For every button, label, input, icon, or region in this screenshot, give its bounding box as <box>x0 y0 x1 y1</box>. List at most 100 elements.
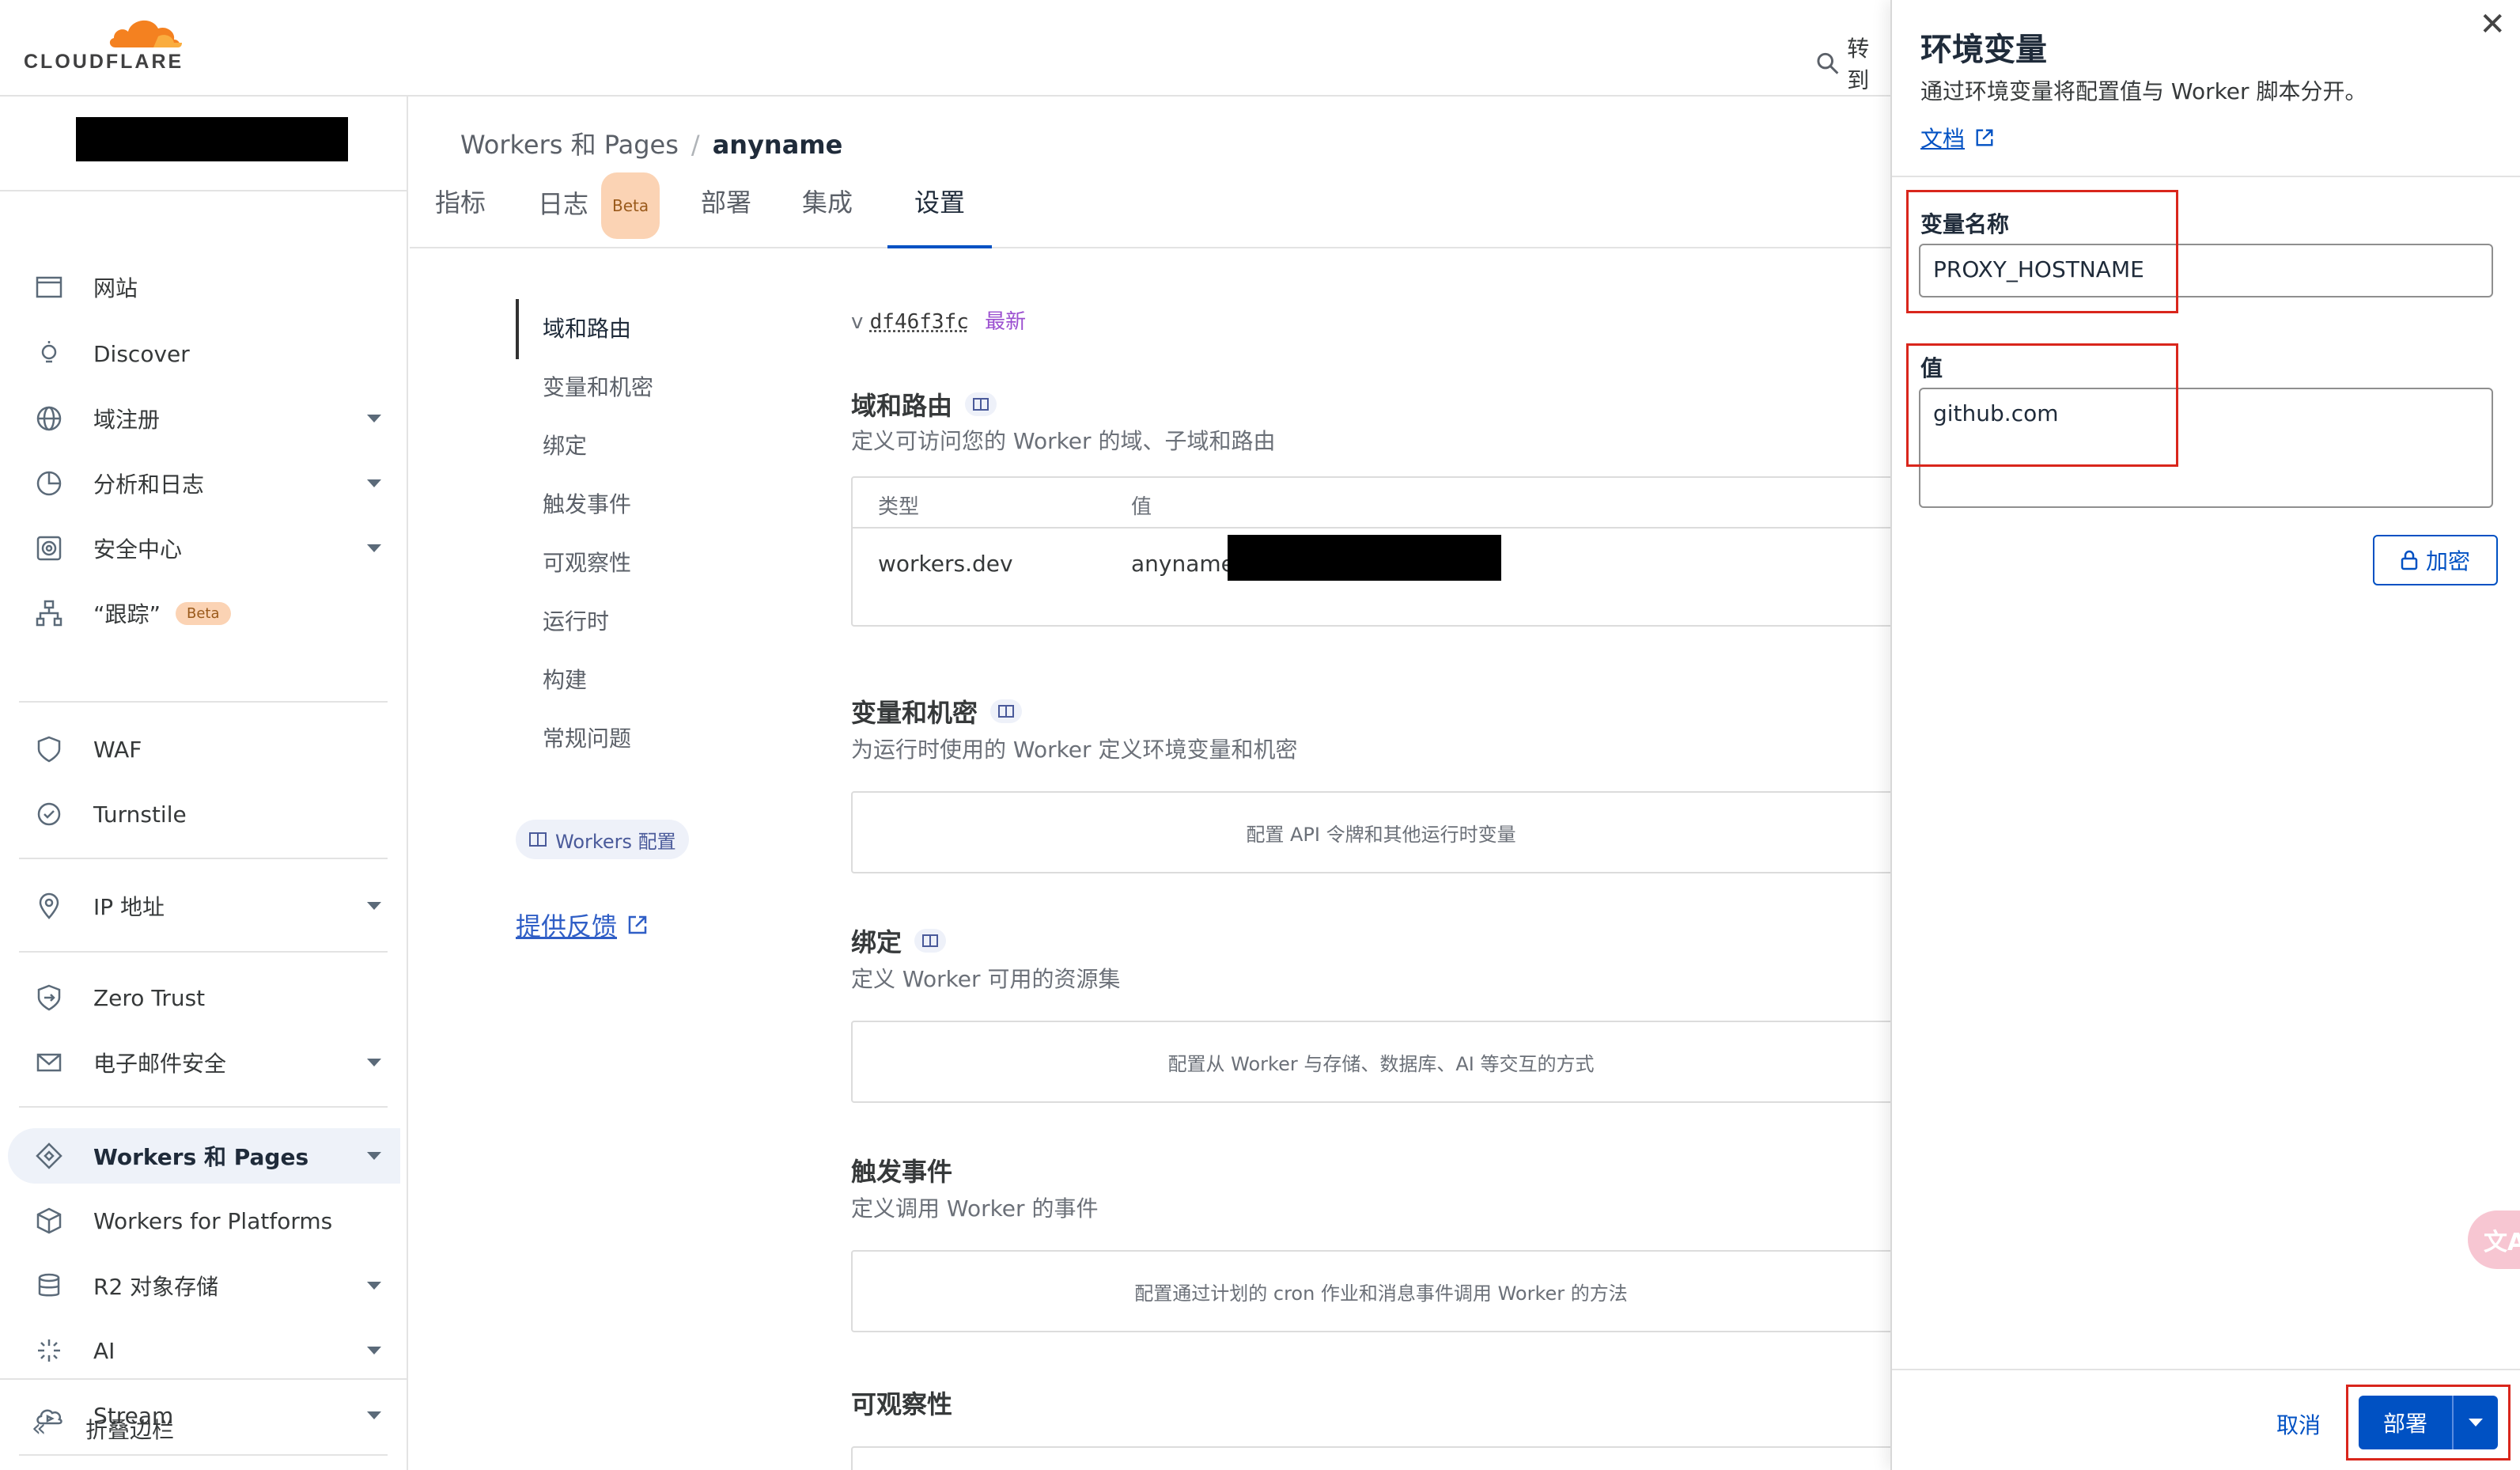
docs-link[interactable]: 文档 <box>1920 122 1995 153</box>
sidebar-item-label: Workers for Platforms <box>93 1207 333 1234</box>
close-icon[interactable]: ✕ <box>2479 6 2506 43</box>
tab-integrations[interactable]: 集成 <box>802 172 853 248</box>
docs-book-icon[interactable] <box>914 929 947 953</box>
cube-icon <box>35 1207 63 1235</box>
sidebar-item-label: Zero Trust <box>93 984 206 1011</box>
sidebar-item-label: Turnstile <box>93 801 187 828</box>
sidebar-item[interactable]: Turnstile <box>8 786 400 842</box>
zero-trust-icon <box>35 983 63 1012</box>
cancel-button[interactable]: 取消 <box>2276 1408 2321 1440</box>
chevron-down-icon[interactable] <box>367 1282 381 1290</box>
collapse-sidebar-button[interactable]: « 折叠边栏 <box>0 1378 408 1470</box>
chevron-down-icon[interactable] <box>367 1152 381 1160</box>
sidebar-item[interactable]: IP 地址 <box>8 878 400 934</box>
subnav-build[interactable]: 构建 <box>543 663 587 695</box>
sidebar-item[interactable]: Discover <box>8 326 400 381</box>
section-title-text: 可观察性 <box>851 1389 953 1419</box>
sidebar-item[interactable]: “跟踪” Beta <box>8 585 400 641</box>
observability-card[interactable] <box>851 1446 1890 1470</box>
bindings-card[interactable]: 配置从 Worker 与存储、数据库、AI 等交互的方式 <box>851 1021 1890 1103</box>
beta-badge: Beta <box>176 601 231 625</box>
tab-logs[interactable]: 日志 Beta <box>538 172 660 248</box>
external-link-icon <box>1976 129 1993 146</box>
subnav-bindings[interactable]: 绑定 <box>543 429 587 460</box>
chevron-down-icon[interactable] <box>367 479 381 487</box>
goto-search[interactable]: 转到 <box>1816 32 1890 95</box>
location-pin-icon <box>35 892 63 920</box>
sidebar-item-label: IP 地址 <box>93 894 165 920</box>
sidebar-item[interactable]: 域注册 <box>8 391 400 446</box>
breadcrumb-parent[interactable]: Workers 和 Pages <box>460 130 679 160</box>
sidebar-item[interactable]: WAF <box>8 722 400 777</box>
breadcrumb-current: anyname <box>712 130 843 160</box>
section-title-variables: 变量和机密 <box>851 693 1023 729</box>
shield-icon <box>35 735 63 763</box>
env-var-drawer: ✕ 环境变量 通过环境变量将配置值与 Worker 脚本分开。 文档 变量名称 … <box>1890 0 2520 1470</box>
feedback-link[interactable]: 提供反馈 <box>516 907 649 943</box>
encrypt-button[interactable]: 加密 <box>2373 535 2498 585</box>
sidebar-item-label: Discover <box>93 340 190 367</box>
docs-book-icon[interactable] <box>990 699 1023 723</box>
sidebar-item-label: WAF <box>93 736 142 763</box>
variables-card[interactable]: 配置 API 令牌和其他运行时变量 <box>851 791 1890 873</box>
database-icon <box>35 1271 63 1300</box>
sidebar-item-label: 网站 <box>93 275 138 301</box>
tab-label: 日志 <box>538 189 589 219</box>
sidebar-item[interactable]: Workers 和 Pages <box>8 1128 400 1184</box>
sidebar-item-label: 域注册 <box>93 407 161 433</box>
breadcrumb-separator: / <box>691 130 700 160</box>
subnav-runtime[interactable]: 运行时 <box>543 604 609 636</box>
workers-config-link[interactable]: Workers 配置 <box>516 820 689 859</box>
sidebar-item-label: 电子邮件安全 <box>93 1051 227 1077</box>
sidebar-item[interactable]: 分析和日志 <box>8 456 400 511</box>
column-header-value: 值 <box>1131 495 1152 519</box>
sidebar-item[interactable]: Zero Trust <box>8 970 400 1025</box>
cloudflare-logo[interactable]: CLOUDFLARE <box>24 13 198 76</box>
divider <box>1892 176 2520 177</box>
sidebar-item[interactable]: 电子邮件安全 <box>8 1035 400 1090</box>
logo-wordmark: CLOUDFLARE <box>24 51 184 73</box>
subnav-triggers[interactable]: 触发事件 <box>543 487 631 519</box>
collapse-label: 折叠边栏 <box>85 1417 175 1443</box>
version-latest-tag: 最新 <box>985 310 1027 334</box>
chevron-down-icon[interactable] <box>367 902 381 910</box>
divider <box>1892 1369 2520 1370</box>
pie-chart-icon <box>35 469 63 498</box>
sidebar-item[interactable]: Workers for Platforms <box>8 1193 400 1248</box>
left-sidebar: 网站 Discover 域注册分析和日志安全中心 “跟踪” Beta WAF Turnsti… <box>0 97 408 1470</box>
subnav-domains[interactable]: 域和路由 <box>543 312 631 343</box>
version-hash[interactable]: df46f3fc <box>870 310 969 334</box>
table-header: 类型 值 <box>853 478 1890 529</box>
sidebar-item[interactable]: 网站 <box>8 260 400 315</box>
chevron-down-icon[interactable] <box>367 544 381 552</box>
drawer-title: 环境变量 <box>1920 32 2047 68</box>
account-name-redacted[interactable] <box>76 117 348 161</box>
divider <box>19 701 388 703</box>
row-value[interactable]: anyname. <box>1131 551 1242 577</box>
sidebar-item-label: 安全中心 <box>93 536 183 563</box>
search-icon <box>1817 52 1839 74</box>
translate-icon[interactable]: 文A <box>2468 1210 2520 1269</box>
chevron-down-icon[interactable] <box>367 1347 381 1354</box>
subnav-general[interactable]: 常规问题 <box>543 722 631 753</box>
tab-settings[interactable]: 设置 <box>887 172 993 248</box>
triggers-card[interactable]: 配置通过计划的 cron 作业和消息事件调用 Worker 的方法 <box>851 1250 1890 1332</box>
sidebar-item-label: “跟踪” <box>93 601 161 627</box>
subnav-variables[interactable]: 变量和机密 <box>543 370 653 402</box>
sidebar-item[interactable]: AI <box>8 1323 400 1378</box>
subnav-active-indicator <box>516 299 519 359</box>
section-title-observability: 可观察性 <box>851 1385 952 1421</box>
subnav-observability[interactable]: 可观察性 <box>543 546 631 578</box>
sidebar-item[interactable]: 安全中心 <box>8 521 400 576</box>
redacted-domain <box>1228 535 1501 581</box>
goto-label: 转到 <box>1847 36 1870 93</box>
chevron-down-icon[interactable] <box>367 415 381 422</box>
sidebar-item[interactable]: R2 对象存储 <box>8 1258 400 1313</box>
tab-metrics[interactable]: 指标 <box>435 172 486 248</box>
docs-book-icon[interactable] <box>965 392 997 416</box>
tab-deployments[interactable]: 部署 <box>701 172 751 248</box>
section-desc-bindings: 定义 Worker 可用的资源集 <box>851 966 1121 992</box>
sparkle-icon <box>35 1336 63 1365</box>
highlight-box-deploy <box>2346 1385 2511 1461</box>
chevron-down-icon[interactable] <box>367 1059 381 1067</box>
